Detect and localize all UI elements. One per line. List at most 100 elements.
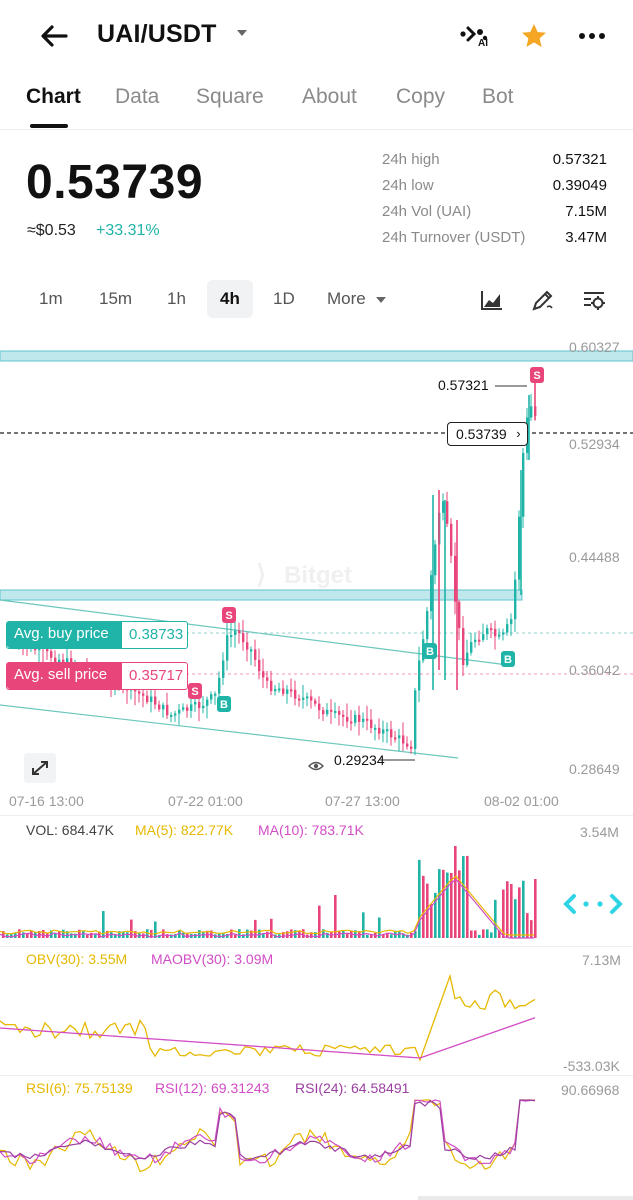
indicator-settings-icon[interactable]: [581, 287, 607, 313]
sell-marker-letter: S: [533, 370, 540, 382]
more-menu-icon[interactable]: [576, 20, 608, 52]
volume-bar: [526, 913, 529, 938]
x-tick-2: 07-22 01:00: [168, 793, 243, 809]
current-price-tag[interactable]: 0.53739 ›: [447, 422, 528, 446]
volume-bar: [522, 880, 525, 938]
tab-square[interactable]: Square: [196, 85, 264, 109]
candle-body: [278, 688, 281, 691]
tab-chart[interactable]: Chart: [26, 85, 81, 109]
volume-bar: [474, 930, 477, 938]
interval-1h[interactable]: 1h: [167, 289, 186, 309]
avg-sell-label: Avg. sell price: [7, 662, 122, 689]
volume-bar: [506, 881, 509, 938]
candle-body: [46, 649, 49, 652]
volume-bar: [390, 934, 393, 938]
candle-body: [530, 406, 533, 418]
drawing-tool-icon[interactable]: [530, 287, 556, 313]
candle-body: [434, 544, 437, 576]
volume-bar: [90, 932, 93, 938]
volume-bar: [466, 855, 469, 938]
candle-body: [254, 649, 257, 660]
volume-bar: [166, 934, 169, 938]
candle-body: [382, 729, 385, 734]
obv-divider: [0, 946, 633, 947]
candlestick-chart[interactable]: ⟩ Bitget S S S B B B: [0, 330, 633, 810]
candle-body: [462, 628, 465, 665]
candle-body: [426, 611, 429, 640]
volume-bar: [502, 889, 505, 938]
favorite-star-icon[interactable]: [518, 20, 550, 52]
avg-buy-value: 0.38733: [129, 626, 184, 643]
ma5-line: [0, 875, 534, 936]
volume-bar: [342, 931, 345, 938]
interval-1m[interactable]: 1m: [39, 289, 63, 309]
volume-bar: [470, 930, 473, 938]
volume-bar: [94, 934, 97, 938]
candle-body: [386, 729, 389, 732]
candle-body: [390, 729, 393, 738]
volume-bar: [490, 932, 493, 938]
volume-bar: [510, 884, 513, 938]
volume-bar: [370, 934, 373, 938]
tab-copy[interactable]: Copy: [396, 85, 445, 109]
ai-badge: AI: [478, 38, 488, 49]
tab-about[interactable]: About: [302, 85, 357, 109]
chevron-down-icon[interactable]: [236, 27, 248, 39]
candle-body: [218, 677, 221, 694]
top-bar: UAI/USDT AI: [0, 0, 633, 70]
chart-type-icon[interactable]: [479, 287, 505, 313]
pair-title[interactable]: UAI/USDT: [97, 20, 217, 49]
high-marker-label: 0.57321: [438, 377, 489, 393]
price-change: +33.31%: [96, 222, 160, 239]
volume-bar: [518, 887, 521, 938]
volume-bar: [302, 929, 305, 938]
candle-body: [274, 689, 277, 692]
y-tick-1: 0.60327: [569, 339, 620, 355]
candle-body: [414, 690, 417, 749]
volume-bar: [86, 934, 89, 938]
candle-body: [146, 695, 149, 702]
candle-body: [286, 689, 289, 694]
candle-body: [266, 677, 269, 681]
bot-logo-icon[interactable]: [563, 894, 623, 914]
sell-marker-letter: S: [191, 686, 198, 698]
chevron-right-icon: ›: [516, 426, 521, 441]
svg-text:⟩: ⟩: [256, 559, 266, 589]
buy-marker: B: [501, 651, 515, 667]
volume-bar: [258, 929, 261, 938]
y-tick-5: 0.28649: [569, 761, 620, 777]
bottom-scrollbar[interactable]: [418, 1196, 633, 1200]
volume-bar: [442, 869, 445, 938]
candle-body: [166, 704, 169, 716]
resistance-zone-top: [0, 350, 633, 362]
candle-body: [154, 696, 157, 705]
x-tick-1: 07-16 13:00: [9, 793, 84, 809]
candle-body: [350, 721, 353, 724]
volume-divider: [0, 815, 633, 816]
volume-bar: [454, 846, 457, 938]
tab-data[interactable]: Data: [115, 85, 159, 109]
volume-bar: [478, 934, 481, 938]
eye-icon[interactable]: [308, 759, 324, 773]
low-marker-label: 0.29234: [334, 752, 385, 768]
candle-body: [494, 628, 497, 637]
y-tick-4: 0.36042: [569, 662, 620, 678]
price-usd: ≈$0.53: [27, 222, 76, 239]
candle-body: [486, 628, 489, 635]
candle-body: [222, 660, 225, 678]
ma5-label: MA(5): 822.77K: [135, 822, 234, 838]
volume-bar: [42, 929, 45, 938]
candle-body: [502, 632, 505, 635]
interval-15m[interactable]: 15m: [99, 289, 132, 309]
tab-bot[interactable]: Bot: [482, 85, 514, 109]
candle-body: [162, 704, 165, 710]
candle-body: [290, 689, 293, 692]
candle-body: [314, 700, 317, 704]
stat-label-24h-low: 24h low: [382, 177, 434, 194]
back-arrow-icon[interactable]: [36, 18, 72, 54]
fullscreen-button[interactable]: [24, 753, 56, 783]
svg-text:Bitget: Bitget: [284, 562, 352, 589]
interval-1d[interactable]: 1D: [273, 289, 295, 309]
interval-more[interactable]: More: [327, 289, 366, 309]
ai-assistant-icon[interactable]: AI: [458, 20, 490, 52]
